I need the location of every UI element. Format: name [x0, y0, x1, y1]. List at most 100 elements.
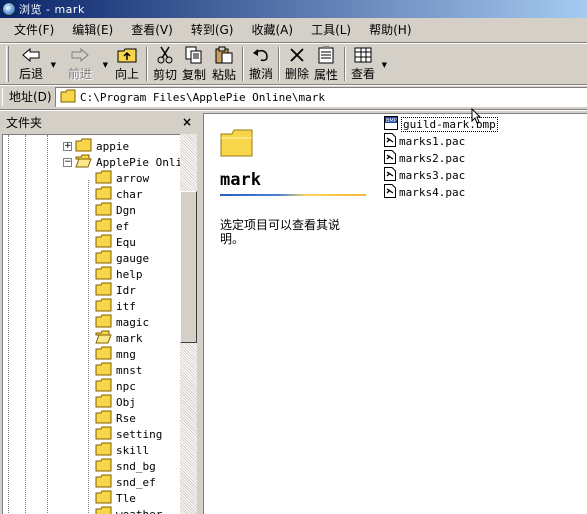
title-bar: 浏览 - mark — [0, 0, 587, 18]
paste-button[interactable]: 粘贴 — [209, 44, 239, 82]
folder-icon — [95, 442, 112, 459]
tree-item-label: Equ — [116, 235, 136, 249]
view-button[interactable]: 查看 ▼ — [349, 44, 387, 82]
folder-tree-scrollbar[interactable] — [180, 134, 197, 514]
tree-line — [25, 135, 26, 514]
tree-item[interactable]: itf — [95, 298, 136, 314]
folders-pane-header: 文件夹 × — [0, 112, 200, 132]
tree-item[interactable]: char — [95, 186, 143, 202]
forward-button[interactable]: 前进 ▼ — [59, 44, 108, 82]
address-input[interactable]: C:\Program Files\ApplePie Online\mark — [55, 87, 587, 107]
tree-item-label: Rse — [116, 411, 136, 425]
forward-arrow-icon — [70, 46, 90, 63]
chevron-down-icon[interactable]: ▼ — [51, 61, 56, 69]
folder-icon — [95, 506, 112, 514]
tree-item-label: skill — [116, 443, 150, 457]
delete-button[interactable]: 删除 — [283, 44, 311, 82]
tree-item[interactable]: mng — [95, 346, 136, 362]
tree-item-label: Obj — [116, 395, 136, 409]
info-description: 选定项目可以查看其说明。 — [220, 218, 341, 246]
tree-item[interactable]: mnst — [95, 362, 143, 378]
tree-item[interactable]: ef — [95, 218, 129, 234]
menu-edit[interactable]: 编辑(E) — [64, 21, 121, 39]
bitmap-file-icon: BMP — [384, 116, 398, 133]
tree-item-label: Idr — [116, 283, 136, 297]
tree-item-label: snd_ef — [116, 475, 156, 489]
forward-label: 前进 — [67, 67, 92, 81]
close-icon[interactable]: × — [180, 115, 194, 129]
menu-view[interactable]: 查看(V) — [123, 21, 181, 39]
tree-item[interactable]: Dgn — [95, 202, 136, 218]
back-button[interactable]: 后退 ▼ — [13, 44, 56, 82]
tree-item[interactable]: magic — [95, 314, 149, 330]
menu-tools[interactable]: 工具(L) — [303, 21, 359, 39]
toolbar: 后退 ▼ 前进 ▼ 向上 剪切 复制 粘贴 撤消 删除 属性 查看 ▼ — [0, 44, 587, 84]
tree-item-label: Dgn — [116, 203, 136, 217]
tree-item[interactable]: − ApplePie Onlin — [63, 154, 180, 170]
address-path: C:\Program Files\ApplePie Online\mark — [80, 91, 326, 104]
menu-file[interactable]: 文件(F) — [6, 21, 62, 39]
title-underline — [220, 194, 366, 196]
up-button[interactable]: 向上 — [111, 44, 143, 82]
address-label: 地址(D) — [2, 88, 54, 106]
folder-icon — [75, 138, 92, 155]
tree-item-label: mng — [116, 347, 136, 361]
tree-item[interactable]: Tle — [95, 490, 136, 506]
toolbar-separator — [344, 47, 346, 81]
file-item[interactable]: marks3.pac — [384, 167, 498, 184]
tree-item[interactable]: npc — [95, 378, 136, 394]
tree-item[interactable]: + appie — [63, 138, 129, 154]
tree-item[interactable]: Rse — [95, 410, 136, 426]
tree-item[interactable]: mark — [95, 330, 143, 346]
file-item[interactable]: marks2.pac — [384, 150, 498, 167]
folder-icon — [95, 362, 112, 379]
tree-item-label: gauge — [116, 251, 150, 265]
folder-icon — [95, 474, 112, 491]
undo-button[interactable]: 撤消 — [247, 44, 275, 82]
copy-icon — [184, 46, 204, 64]
up-label: 向上 — [114, 67, 139, 81]
tree-item[interactable]: snd_ef — [95, 474, 156, 490]
folder-title: mark — [220, 170, 261, 190]
copy-button[interactable]: 复制 — [179, 44, 209, 82]
cut-button[interactable]: 剪切 — [151, 44, 179, 82]
view-label: 查看 — [350, 67, 375, 81]
tree-item[interactable]: arrow — [95, 170, 149, 186]
pac-file-icon — [384, 133, 396, 150]
tree-item[interactable]: Equ — [95, 234, 136, 250]
file-name: guild-mark.bmp — [401, 117, 498, 132]
file-item[interactable]: marks1.pac — [384, 133, 498, 150]
toolbar-grip[interactable] — [6, 46, 9, 82]
tree-item[interactable]: Idr — [95, 282, 136, 298]
tree-item[interactable]: gauge — [95, 250, 149, 266]
view-grid-icon — [353, 46, 373, 63]
folder-icon — [95, 234, 112, 251]
tree-item[interactable]: weather — [95, 506, 162, 514]
toolbar-separator — [146, 47, 148, 81]
folder-icon — [95, 202, 112, 219]
window-title: 浏览 - mark — [19, 3, 85, 16]
menu-favorites[interactable]: 收藏(A) — [243, 21, 301, 39]
menu-bar: 文件(F) 编辑(E) 查看(V) 转到(G) 收藏(A) 工具(L) 帮助(H… — [0, 19, 587, 41]
tree-item[interactable]: Obj — [95, 394, 136, 410]
properties-button[interactable]: 属性 — [311, 44, 341, 82]
folder-icon — [95, 394, 112, 411]
menu-go[interactable]: 转到(G) — [183, 21, 242, 39]
chevron-down-icon[interactable]: ▼ — [103, 61, 108, 69]
menu-help[interactable]: 帮助(H) — [361, 21, 419, 39]
file-item[interactable]: marks4.pac — [384, 184, 498, 201]
folder-tree[interactable]: + appie − ApplePie Onlin arrow char Dgn ef Equ ga… — [2, 134, 180, 514]
tree-item[interactable]: help — [95, 266, 143, 282]
scissors-icon — [155, 46, 175, 64]
chevron-down-icon[interactable]: ▼ — [382, 61, 387, 69]
folder-icon — [95, 490, 112, 507]
tree-item[interactable]: setting — [95, 426, 162, 442]
tree-item[interactable]: snd_bg — [95, 458, 156, 474]
tree-item-label: npc — [116, 379, 136, 393]
collapse-icon[interactable]: − — [63, 157, 72, 167]
scroll-thumb[interactable] — [180, 191, 197, 343]
tree-item[interactable]: skill — [95, 442, 149, 458]
tree-item-label: appie — [96, 139, 130, 153]
expand-icon[interactable]: + — [63, 141, 72, 151]
file-name: marks4.pac — [399, 186, 466, 199]
